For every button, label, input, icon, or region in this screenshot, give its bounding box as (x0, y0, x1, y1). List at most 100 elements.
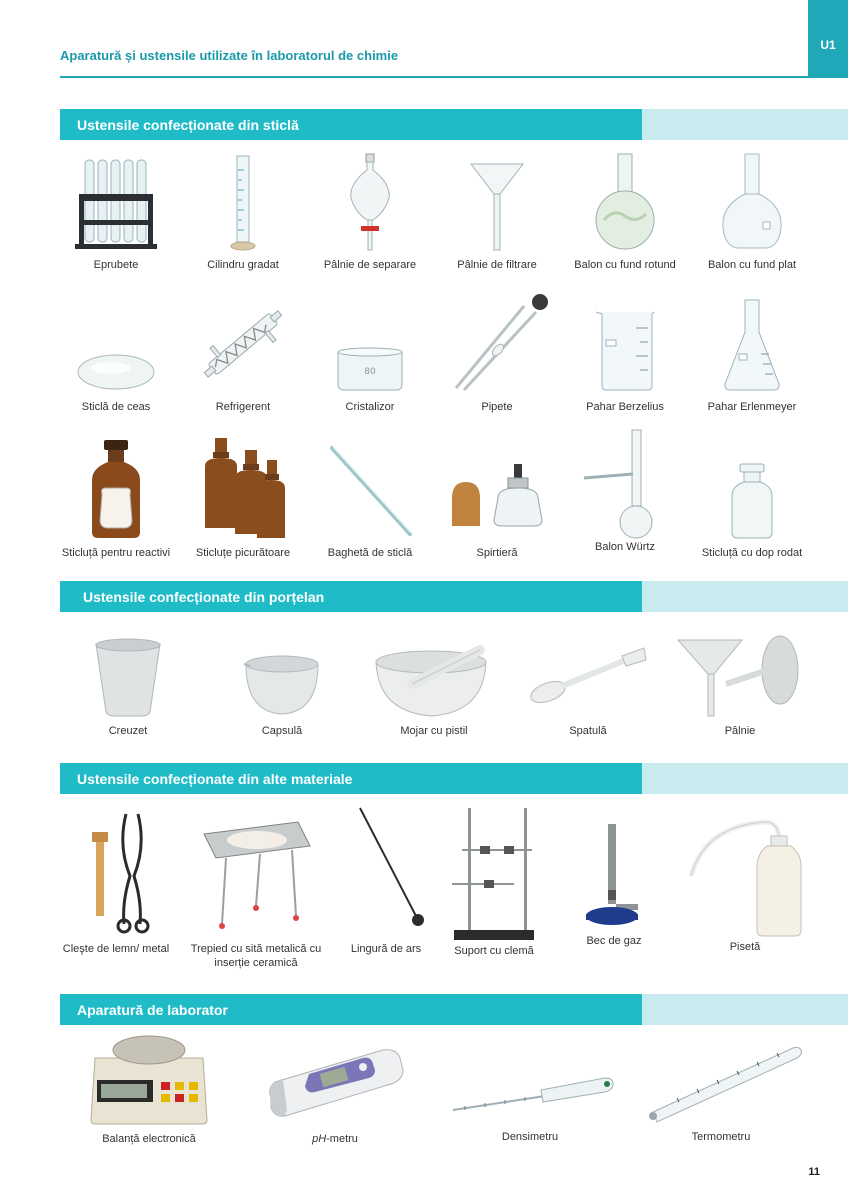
item-bec-gaz: Bec de gaz (554, 820, 674, 948)
separatory-funnel-icon (350, 153, 390, 251)
item-termometru: Termometru (636, 1040, 806, 1144)
section-glass-bar: Ustensile confecționate din sticlă (60, 109, 848, 140)
section-porcelain-bar: Ustensile confecționate din porțelan (60, 581, 848, 612)
item-sticluta-dop-rodat: Sticluță cu dop rodat (692, 436, 812, 560)
item-spirtiera: Spirtieră (437, 436, 557, 560)
section-porcelain-title: Ustensile confecționate din porțelan (83, 589, 325, 605)
electronic-balance-icon (90, 1035, 208, 1125)
item-label: Trepied cu sită metalică cu inserție cer… (190, 943, 322, 969)
item-densimetru: Densimetru (440, 1060, 620, 1144)
item-cleste: Cleşte de lemn/ metal (56, 806, 176, 956)
hydrometer-icon (452, 1077, 614, 1111)
page-title: Aparatură și ustensile utilizate în labo… (60, 48, 399, 63)
item-label: pH-metru (262, 1132, 408, 1146)
section-other-title: Ustensile confecționate din alte materia… (77, 771, 353, 787)
crystallizer-mark: 80 (364, 367, 376, 377)
item-ph-metru: pH-metru (262, 1040, 408, 1146)
item-label: Spirtieră (476, 547, 518, 559)
item-label: Bec de gaz (586, 935, 642, 947)
erlenmeyer-flask-icon (724, 299, 780, 391)
item-label: Pâlnie de separare (323, 259, 417, 271)
item-piseta: Pisetă (680, 806, 810, 954)
ph-meter-icon (269, 1049, 404, 1117)
beaker-icon (595, 311, 655, 391)
item-label: Suport cu clemă (454, 945, 534, 957)
item-label: Balon cu fund rotund (574, 259, 676, 271)
glass-rod-icon (330, 446, 412, 536)
wash-bottle-icon (688, 819, 802, 937)
watch-glass-icon (77, 354, 155, 390)
item-label: Balanță electronică (102, 1133, 196, 1145)
item-refrigerent: Refrigerent (183, 292, 303, 414)
item-label: Termometru (691, 1131, 751, 1143)
ground-stopper-bottle-icon (731, 463, 773, 539)
pipettes-icon (454, 294, 548, 392)
item-label: Cilindru gradat (207, 259, 279, 271)
item-label: Pisetă (729, 941, 761, 953)
item-creuzet: Creuzet (68, 634, 188, 738)
crucible-icon (95, 638, 161, 717)
item-cilindru-gradat: Cilindru gradat (183, 150, 303, 272)
item-trepied: Trepied cu sită metalică cu inserție cer… (190, 806, 322, 970)
item-capsula: Capsulă (222, 634, 342, 738)
round-bottom-flask-icon (595, 153, 655, 250)
wurtz-flask-icon (583, 429, 653, 539)
item-label: Capsulă (261, 725, 303, 737)
item-label: Mojar cu pistil (400, 725, 468, 737)
tripod-gauze-icon (203, 821, 311, 929)
spirit-lamp-icon (452, 464, 543, 527)
item-palnie-portelan: Pâlnie (676, 634, 804, 738)
item-suport-clema: Suport cu clemă (434, 806, 554, 958)
retort-stand-icon (452, 808, 534, 940)
item-label: Sticluțe picurătoare (195, 547, 291, 559)
item-palnie-filtrare: Pâlnie de filtrare (437, 150, 557, 272)
item-label: Sticluță pentru reactivi (61, 547, 171, 559)
item-label: Eprubete (93, 259, 139, 271)
item-label: Sticluță cu dop rodat (701, 547, 803, 559)
item-label: Densimetru (501, 1131, 559, 1143)
item-label: Spatulă (569, 725, 607, 737)
item-mojar-pistil: Mojar cu pistil (372, 634, 496, 738)
page-number: 11 (808, 1166, 820, 1178)
graduated-cylinder-icon (230, 155, 256, 251)
page-header: Aparatură și ustensile utilizate în labo… (60, 46, 808, 78)
thermometer-icon (649, 1046, 802, 1123)
condenser-icon (203, 310, 283, 378)
item-bagheta-sticla: Baghetă de sticlă (310, 436, 430, 560)
filter-funnel-icon (469, 163, 525, 251)
item-label: Pahar Berzelius (586, 401, 664, 413)
item-pahar-berzelius: Pahar Berzelius (564, 292, 686, 414)
item-spatula: Spatulă (526, 634, 650, 738)
item-label: Pâlnie (724, 725, 756, 737)
section-other-bar: Ustensile confecționate din alte materia… (60, 763, 848, 794)
mortar-pestle-icon (375, 645, 487, 717)
crystallizer-icon: 80 (337, 347, 403, 391)
item-label: Pahar Erlenmeyer (707, 401, 797, 413)
item-pipete: Pipete (437, 292, 557, 414)
item-label: Balon cu fund plat (707, 259, 797, 271)
item-sticla-ceas: Sticlă de ceas (56, 292, 176, 414)
ph-label-suffix: -metru (326, 1133, 358, 1145)
dropper-bottles-icon (205, 438, 285, 538)
item-balanta-electronica: Balanță electronică (84, 1032, 214, 1146)
item-balon-wurtz: Balon Würtz (564, 428, 686, 554)
spatula-icon (530, 647, 647, 703)
item-balon-fund-rotund: Balon cu fund rotund (564, 150, 686, 272)
item-label: Sticlă de ceas (81, 401, 151, 413)
ph-label-prefix: pH (312, 1133, 327, 1145)
item-pahar-erlenmeyer: Pahar Erlenmeyer (692, 292, 812, 414)
item-label: Refrigerent (215, 401, 271, 413)
bunsen-burner-icon (586, 824, 638, 925)
item-label: Balon Würtz (595, 541, 655, 553)
section-glass-title: Ustensile confecționate din sticlă (77, 117, 299, 133)
item-label: Pipete (481, 401, 513, 413)
item-label: Creuzet (108, 725, 148, 737)
item-balon-fund-plat: Balon cu fund plat (692, 150, 812, 272)
evaporating-dish-icon (243, 655, 319, 715)
item-label: Cleşte de lemn/ metal (62, 943, 170, 955)
item-label: Baghetă de sticlă (327, 547, 413, 559)
tongs-icon (92, 813, 150, 934)
section-apparatus-title: Aparatură de laborator (77, 1002, 228, 1018)
porcelain-funnel-icon (676, 635, 799, 717)
item-lingura-ars: Lingură de ars (326, 806, 446, 956)
